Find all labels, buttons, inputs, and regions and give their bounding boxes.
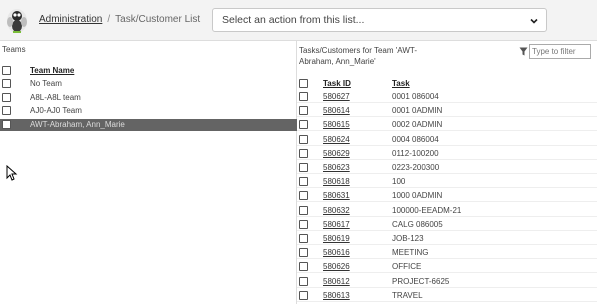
select-all-tasks-checkbox[interactable] xyxy=(299,79,308,88)
filter-icon xyxy=(519,47,528,56)
task-name: 0004 086004 xyxy=(392,134,439,144)
team-row[interactable]: No Team xyxy=(0,78,297,90)
breadcrumb-administration-link[interactable]: Administration xyxy=(39,14,102,25)
task-id-link[interactable]: 580614 xyxy=(323,106,350,115)
top-bar: Administration / Task/Customer List Select… xyxy=(0,0,597,41)
mouse-cursor-icon xyxy=(6,165,18,181)
task-row[interactable]: 580617 CALG 086005 xyxy=(297,219,597,231)
task-checkbox[interactable] xyxy=(299,262,308,272)
filter-input[interactable] xyxy=(529,44,591,59)
task-checkbox[interactable] xyxy=(299,134,308,144)
task-checkbox[interactable] xyxy=(299,191,308,201)
action-select-value: Select an action from this list... xyxy=(222,14,365,26)
breadcrumb-separator: / xyxy=(107,14,111,25)
task-checkbox[interactable] xyxy=(299,234,308,243)
breadcrumb: Administration / Task/Customer List xyxy=(39,14,200,25)
task-checkbox[interactable] xyxy=(299,205,308,215)
task-name: 0112-100200 xyxy=(392,148,439,158)
task-row[interactable]: 580615 0002 0ADMIN xyxy=(297,119,597,132)
task-checkbox[interactable] xyxy=(299,276,308,286)
task-checkbox[interactable] xyxy=(299,106,308,116)
team-checkbox[interactable] xyxy=(2,106,11,115)
team-row[interactable]: A8L-A8L team xyxy=(0,92,297,104)
task-id-link[interactable]: 580613 xyxy=(323,291,350,300)
task-row[interactable]: 580618 100 xyxy=(297,176,597,189)
task-checkbox[interactable] xyxy=(299,290,308,300)
task-id-link[interactable]: 580629 xyxy=(323,149,350,158)
task-checkbox[interactable] xyxy=(299,163,308,172)
task-id-link[interactable]: 580623 xyxy=(323,163,350,172)
task-id-link[interactable]: 580615 xyxy=(323,120,350,129)
task-checkbox[interactable] xyxy=(299,219,308,229)
task-checkbox[interactable] xyxy=(299,120,308,130)
tasks-panel: Tasks/Customers for Team 'AWT-Abraham, A… xyxy=(297,41,597,304)
task-name: 100 xyxy=(392,177,406,187)
teams-header-row: Team Name xyxy=(0,64,297,77)
task-row[interactable]: 580631 1000 0ADMIN xyxy=(297,190,597,203)
task-name: 0223-200300 xyxy=(392,163,440,172)
task-checkbox[interactable] xyxy=(299,248,308,258)
task-row[interactable]: 580612 PROJECT-6625 xyxy=(297,276,597,288)
task-checkbox[interactable] xyxy=(299,177,308,187)
team-name: AJ0-AJ0 Team xyxy=(30,106,82,115)
teams-panel: Teams Team Name No Team A8L-A8L team AJ0-A… xyxy=(0,41,297,304)
team-name: No Team xyxy=(30,79,62,88)
chevron-down-icon xyxy=(530,18,538,24)
task-id-column-header[interactable]: Task ID xyxy=(323,79,351,88)
task-id-link[interactable]: 580626 xyxy=(323,262,350,271)
team-checkbox[interactable] xyxy=(2,92,11,102)
task-row[interactable]: 580619 JOB-123 xyxy=(297,233,597,245)
task-name: 0001 0ADMIN xyxy=(392,106,443,116)
task-id-link[interactable]: 580627 xyxy=(323,92,350,101)
team-name: A8L-A8L team xyxy=(30,92,81,102)
team-row[interactable]: AJ0-AJ0 Team xyxy=(0,105,297,117)
task-id-link[interactable]: 580624 xyxy=(323,135,350,144)
task-checkbox[interactable] xyxy=(299,92,308,101)
task-row[interactable]: 580627 0001 086004 xyxy=(297,91,597,103)
task-name: MEETING xyxy=(392,248,429,258)
task-id-link[interactable]: 580632 xyxy=(323,206,350,215)
select-all-teams-checkbox[interactable] xyxy=(2,66,11,75)
task-id-link[interactable]: 580617 xyxy=(323,220,350,229)
task-name: PROJECT-6625 xyxy=(392,276,450,286)
task-column-header[interactable]: Task xyxy=(392,79,410,88)
task-id-link[interactable]: 580619 xyxy=(323,234,350,243)
task-name: OFFICE xyxy=(392,262,422,272)
task-name: 100000-EEADM-21 xyxy=(392,205,462,215)
task-row[interactable]: 580616 MEETING xyxy=(297,247,597,260)
task-row[interactable]: 580632 100000-EEADM-21 xyxy=(297,205,597,217)
team-checkbox[interactable] xyxy=(2,119,11,129)
tasks-header-row: Task ID Task xyxy=(297,78,597,90)
task-row[interactable]: 580626 OFFICE xyxy=(297,261,597,274)
task-id-link[interactable]: 580612 xyxy=(323,277,350,286)
task-name: 0002 0ADMIN xyxy=(392,120,443,130)
task-row[interactable]: 580624 0004 086004 xyxy=(297,134,597,146)
task-id-link[interactable]: 580616 xyxy=(323,248,350,257)
fly-mascot-logo-icon xyxy=(7,9,27,33)
task-name: 1000 0ADMIN xyxy=(392,191,443,201)
team-row[interactable]: AWT-Abraham, Ann_Marie xyxy=(0,118,297,131)
task-name: 0001 086004 xyxy=(392,92,439,101)
teams-title: Teams xyxy=(2,45,26,54)
breadcrumb-current: Task/Customer List xyxy=(115,14,201,25)
task-row[interactable]: 580614 0001 0ADMIN xyxy=(297,105,597,118)
task-id-link[interactable]: 580631 xyxy=(323,191,350,200)
team-name: AWT-Abraham, Ann_Marie xyxy=(30,119,125,129)
team-name-column-header[interactable]: Team Name xyxy=(30,66,74,75)
task-name: JOB-123 xyxy=(392,234,424,243)
task-name: TRAVEL xyxy=(392,290,423,300)
task-id-link[interactable]: 580618 xyxy=(323,177,350,186)
team-checkbox[interactable] xyxy=(2,79,11,88)
task-row[interactable]: 580613 TRAVEL xyxy=(297,290,597,302)
task-row[interactable]: 580623 0223-200300 xyxy=(297,162,597,174)
task-name: CALG 086005 xyxy=(392,219,443,229)
action-select[interactable]: Select an action from this list... xyxy=(212,8,547,32)
task-row[interactable]: 580629 0112-100200 xyxy=(297,148,597,160)
task-checkbox[interactable] xyxy=(299,148,308,158)
tasks-title: Tasks/Customers for Team 'AWT-Abraham, A… xyxy=(299,46,417,66)
